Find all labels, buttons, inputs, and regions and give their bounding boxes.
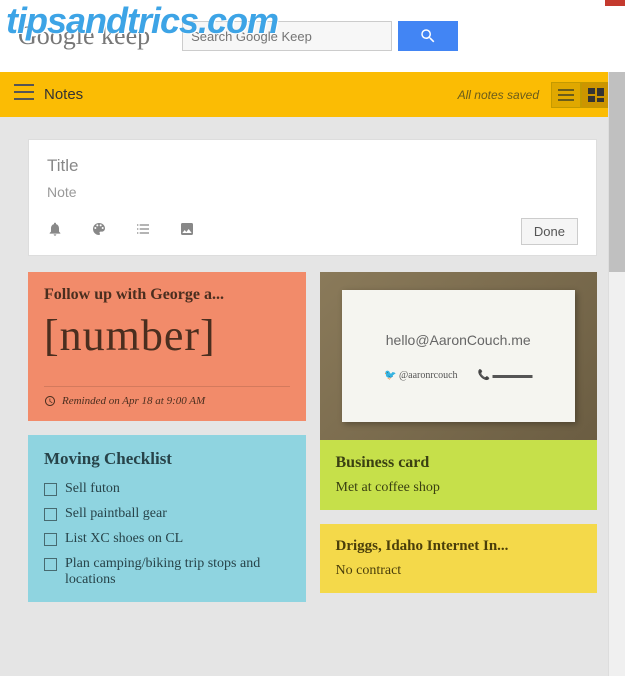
note-body: [number] xyxy=(44,314,290,358)
note-body: Met at coffee shop xyxy=(336,480,582,496)
toolbar-right: All notes saved xyxy=(458,82,611,108)
note-card-moving[interactable]: Moving Checklist Sell futon Sell paintba… xyxy=(28,435,306,602)
scrollbar[interactable] xyxy=(608,72,625,676)
search-icon xyxy=(419,27,437,45)
save-status: All notes saved xyxy=(458,88,539,102)
checklist: Sell futon Sell paintball gear List XC s… xyxy=(44,481,290,588)
note-title: Driggs, Idaho Internet In... xyxy=(336,538,582,555)
compose-title-input[interactable]: Title xyxy=(47,156,578,176)
search-button[interactable] xyxy=(398,21,458,51)
note-image: hello@AaronCouch.me 🐦 @aaronrcouch 📞 ▬▬▬… xyxy=(320,272,598,440)
toolbar: Notes All notes saved xyxy=(0,72,625,117)
grid-column-right: hello@AaronCouch.me 🐦 @aaronrcouch 📞 ▬▬▬… xyxy=(320,272,598,602)
twitter-handle: 🐦 @aaronrcouch xyxy=(384,370,458,381)
grid-icon xyxy=(588,88,604,102)
checkbox-icon[interactable] xyxy=(44,558,57,571)
list-item[interactable]: Sell futon xyxy=(44,481,290,497)
phone-redacted: 📞 ▬▬▬▬ xyxy=(478,370,533,381)
app-logo: Google keep xyxy=(18,21,150,51)
note-card-followup[interactable]: Follow up with George a... [number] Remi… xyxy=(28,272,306,421)
checkbox-icon[interactable] xyxy=(44,483,57,496)
toolbar-title: Notes xyxy=(44,86,83,103)
grid-view-button[interactable] xyxy=(581,82,611,108)
search-wrap xyxy=(182,21,458,51)
image-icon[interactable] xyxy=(179,221,195,242)
note-body: No contract xyxy=(336,563,582,579)
biz-email: hello@AaronCouch.me xyxy=(386,332,531,348)
note-reminder: Reminded on Apr 18 at 9:00 AM xyxy=(44,386,290,407)
view-toggle xyxy=(551,82,611,108)
checkbox-icon[interactable] xyxy=(44,508,57,521)
note-title: Business card xyxy=(336,454,582,472)
note-title: Moving Checklist xyxy=(44,449,290,469)
note-card-driggs[interactable]: Driggs, Idaho Internet In... No contract xyxy=(320,524,598,593)
grid-column-left: Follow up with George a... [number] Remi… xyxy=(28,272,306,602)
checkbox-icon[interactable] xyxy=(44,533,57,546)
list-view-button[interactable] xyxy=(551,82,581,108)
compose-card: Title Note Done xyxy=(28,139,597,256)
list-icon xyxy=(558,89,574,101)
clock-icon xyxy=(44,395,56,407)
compose-note-input[interactable]: Note xyxy=(47,184,578,200)
done-button[interactable]: Done xyxy=(521,218,578,245)
note-card-bizcard[interactable]: hello@AaronCouch.me 🐦 @aaronrcouch 📞 ▬▬▬… xyxy=(320,272,598,510)
biz-contact-row: 🐦 @aaronrcouch 📞 ▬▬▬▬ xyxy=(384,370,533,381)
compose-actions: Done xyxy=(47,218,578,245)
palette-icon[interactable] xyxy=(91,221,107,242)
reminder-icon[interactable] xyxy=(47,221,63,242)
note-title: Follow up with George a... xyxy=(44,286,290,304)
list-item[interactable]: Sell paintball gear xyxy=(44,506,290,522)
scroll-thumb[interactable] xyxy=(609,72,625,272)
hamburger-icon xyxy=(14,84,34,100)
notes-grid: Follow up with George a... [number] Remi… xyxy=(0,272,625,602)
app-header: Google keep xyxy=(0,0,625,72)
list-icon-compose[interactable] xyxy=(135,221,151,242)
window-accent xyxy=(605,0,625,6)
search-input[interactable] xyxy=(182,21,392,51)
business-card-photo: hello@AaronCouch.me 🐦 @aaronrcouch 📞 ▬▬▬… xyxy=(342,290,575,421)
list-item[interactable]: List XC shoes on CL xyxy=(44,531,290,547)
menu-icon[interactable] xyxy=(14,84,34,105)
list-item[interactable]: Plan camping/biking trip stops and locat… xyxy=(44,556,290,588)
